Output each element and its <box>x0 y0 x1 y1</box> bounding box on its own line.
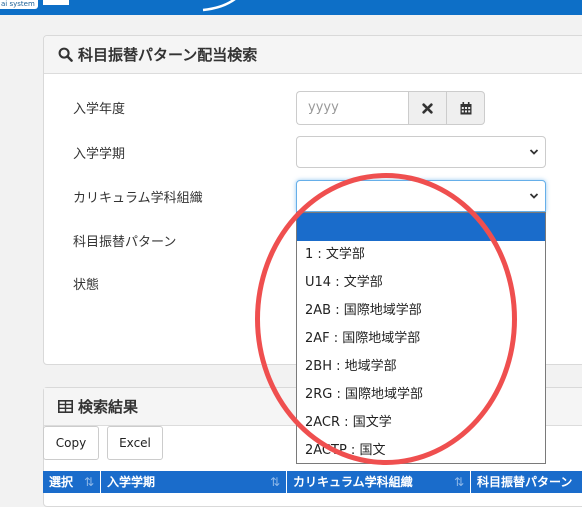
logo[interactable]: ai system <box>0 0 38 9</box>
dropdown-option[interactable]: 2BH : 地域学部 <box>297 353 545 381</box>
calendar-button[interactable] <box>446 91 485 125</box>
calendar-icon <box>460 101 471 114</box>
dropdown-option[interactable]: 2RG : 国際地域学部 <box>297 381 545 409</box>
term-select[interactable] <box>296 136 546 168</box>
sort-icon: ⇅ <box>453 475 464 489</box>
table-icon <box>58 400 73 413</box>
year-label: 入学年度 <box>73 102 126 117</box>
dropdown-option[interactable]: 2ACTP : 国文 <box>297 437 545 463</box>
search-panel-title: 科目振替パターン配当検索 <box>78 46 258 64</box>
results-panel-title: 検索結果 <box>78 398 139 416</box>
status-label: 状態 <box>73 278 100 293</box>
close-icon <box>422 102 433 114</box>
column-header-label: 選択 <box>49 475 74 489</box>
top-header-bar: ai system <box>0 0 582 15</box>
copy-button[interactable]: Copy <box>43 426 99 460</box>
column-header[interactable]: 科目振替パターン <box>471 471 582 493</box>
chevron-down-icon <box>529 149 539 155</box>
sort-icon: ⇅ <box>83 475 94 489</box>
clear-year-button[interactable] <box>408 91 447 125</box>
dropdown-option[interactable]: U14 : 文学部 <box>297 269 545 297</box>
curriculum-select[interactable] <box>296 180 546 212</box>
results-table-header: 選択 ⇅ 入学学期 ⇅ カリキュラム学科組織 ⇅ 科目振替パターン <box>43 471 582 493</box>
column-header-label: カリキュラム学科組織 <box>293 475 413 489</box>
dropdown-option[interactable]: 1 : 文学部 <box>297 241 545 269</box>
search-icon <box>58 47 73 62</box>
curriculum-label: カリキュラム学科組織 <box>73 191 203 206</box>
column-header-label: 入学学期 <box>107 475 156 489</box>
brand-swoosh-icon <box>202 0 236 12</box>
column-header[interactable]: カリキュラム学科組織 ⇅ <box>287 471 471 493</box>
dropdown-option[interactable] <box>297 213 545 241</box>
search-panel-heading: 科目振替パターン配当検索 <box>44 36 582 74</box>
dropdown-option[interactable]: 2AF : 国際地域学部 <box>297 325 545 353</box>
excel-button[interactable]: Excel <box>107 426 163 460</box>
column-header[interactable]: 入学学期 ⇅ <box>101 471 287 493</box>
sort-icon: ⇅ <box>269 475 280 489</box>
dropdown-option[interactable]: 2AB : 国際地域学部 <box>297 297 545 325</box>
column-header-label: 科目振替パターン <box>477 475 573 489</box>
chevron-down-icon <box>529 193 539 199</box>
year-input[interactable]: yyyy <box>296 91 408 125</box>
pattern-label: 科目振替パターン <box>73 235 177 250</box>
column-header[interactable]: 選択 ⇅ <box>43 471 101 493</box>
dropdown-option[interactable]: 2ACR : 国文学 <box>297 409 545 437</box>
menu-toggle-icon[interactable] <box>43 0 69 5</box>
curriculum-dropdown-list: 1 : 文学部 U14 : 文学部 2AB : 国際地域学部 2AF : 国際地… <box>296 212 546 464</box>
term-label: 入学学期 <box>73 147 126 162</box>
